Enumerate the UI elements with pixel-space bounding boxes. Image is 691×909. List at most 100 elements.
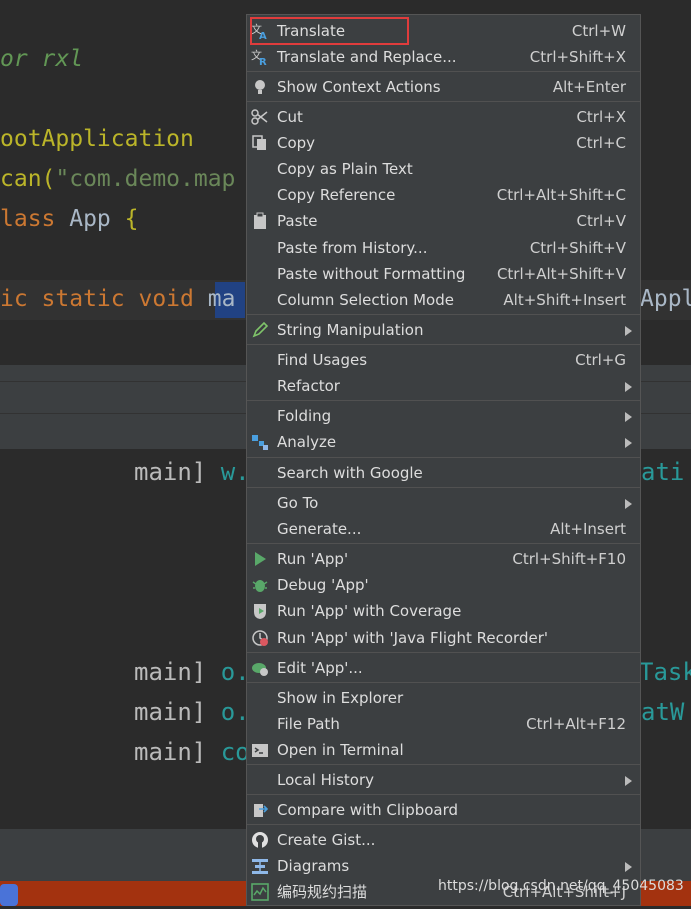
code-right-fragment: Appl <box>640 286 691 312</box>
red-highlight-box <box>250 17 409 45</box>
bulb-icon <box>251 78 269 96</box>
menu-item-create-gist[interactable]: Create Gist... <box>247 827 640 853</box>
code-line: or rxl <box>0 46 83 72</box>
menu-item-refactor[interactable]: Refactor <box>247 373 640 399</box>
console-line-fragment: Task <box>639 658 691 686</box>
menu-item-shortcut: Alt+Shift+Insert <box>503 291 626 309</box>
menu-item-label: Copy as Plain Text <box>277 160 413 178</box>
code-token: App <box>55 206 125 232</box>
console-line: main] co <box>134 738 250 766</box>
menu-item-file-path[interactable]: File Path Ctrl+Alt+F12 <box>247 711 640 737</box>
code-token: rxl <box>27 46 84 72</box>
terminal-icon <box>251 741 269 759</box>
menu-item-shortcut: Alt+Insert <box>550 520 626 538</box>
menu-item-analyze[interactable]: Analyze <box>247 429 640 455</box>
menu-item-label: Folding <box>277 407 332 425</box>
console-line: main] w. <box>134 458 250 486</box>
menu-item-label: Translate and Replace... <box>277 48 457 66</box>
menu-separator <box>247 487 640 488</box>
menu-item-folding[interactable]: Folding <box>247 403 640 429</box>
menu-separator <box>247 764 640 765</box>
menu-item-label: Find Usages <box>277 351 368 369</box>
context-menu: 文 A Translate Ctrl+W 文 R Translate and Replace… <box>246 14 641 906</box>
menu-item-label: Compare with Clipboard <box>277 801 459 819</box>
menu-item-label: Run 'App' <box>277 550 349 568</box>
menu-item-edit-app[interactable]: Edit 'App'... <box>247 655 640 681</box>
menu-item-label: Analyze <box>277 433 337 451</box>
menu-item-paste[interactable]: Paste Ctrl+V <box>247 208 640 234</box>
svg-text:R: R <box>259 57 267 66</box>
menu-separator <box>247 543 640 544</box>
menu-item-translate[interactable]: 文 A Translate Ctrl+W <box>247 17 640 45</box>
submenu-arrow-icon <box>625 776 632 786</box>
menu-item-search-with-google[interactable]: Search with Google <box>247 460 640 486</box>
menu-separator <box>247 794 640 795</box>
menu-item-label: Diagrams <box>277 857 350 875</box>
menu-item-label: Run 'App' with Coverage <box>277 602 462 620</box>
menu-separator <box>247 652 640 653</box>
menu-separator <box>247 400 640 401</box>
menu-item-shortcut: Ctrl+Alt+Shift+C <box>496 186 626 204</box>
menu-item-column-selection-mode[interactable]: Column Selection Mode Alt+Shift+Insert <box>247 287 640 313</box>
menu-separator <box>247 344 640 345</box>
submenu-arrow-icon <box>625 499 632 509</box>
console-line: main] o. <box>134 698 250 726</box>
menu-item-string-manipulation[interactable]: String Manipulation <box>247 317 640 343</box>
menu-item-open-in-terminal[interactable]: Open in Terminal <box>247 737 640 763</box>
menu-item-run-app-with-coverage[interactable]: Run 'App' with Coverage <box>247 598 640 624</box>
menu-item-shortcut: Ctrl+X <box>576 108 626 126</box>
menu-item-label: Paste from History... <box>277 239 428 257</box>
submenu-arrow-icon <box>625 412 632 422</box>
pencil-icon <box>251 321 269 339</box>
menu-item-compare-with-clipboard[interactable]: Compare with Clipboard <box>247 797 640 823</box>
menu-item-shortcut: Ctrl+W <box>571 22 626 40</box>
menu-item-cut[interactable]: Cut Ctrl+X <box>247 104 640 130</box>
menu-separator <box>247 824 640 825</box>
code-line: can("com.demo.map <box>0 166 235 192</box>
menu-item-go-to[interactable]: Go To <box>247 490 640 516</box>
code-token: ootApplication <box>0 126 194 152</box>
console-thread: main] <box>134 738 221 766</box>
menu-item-paste-from-history[interactable]: Paste from History... Ctrl+Shift+V <box>247 235 640 261</box>
menu-item-label: Column Selection Mode <box>277 291 454 309</box>
code-line: ootApplication <box>0 126 194 152</box>
github-icon <box>251 831 269 849</box>
menu-item-run-app-with-java-flight-recorder[interactable]: Run 'App' with 'Java Flight Recorder' <box>247 625 640 651</box>
menu-item-label: Local History <box>277 771 375 789</box>
scan-icon <box>251 883 269 901</box>
menu-item-label: Copy Reference <box>277 186 396 204</box>
menu-separator <box>247 457 640 458</box>
menu-separator <box>247 682 640 683</box>
analyze-icon <box>251 433 269 451</box>
menu-item-translate-and-replace[interactable]: 文 R Translate and Replace... Ctrl+Shift+X <box>247 44 640 70</box>
menu-item-label: Refactor <box>277 377 340 395</box>
menu-item-generate[interactable]: Generate... Alt+Insert <box>247 516 640 542</box>
menu-item-shortcut: Ctrl+G <box>575 351 626 369</box>
code-token: "com.demo.map <box>55 166 236 192</box>
menu-item-local-history[interactable]: Local History <box>247 767 640 793</box>
code-token: lass <box>0 206 56 232</box>
menu-item-show-context-actions[interactable]: Show Context Actions Alt+Enter <box>247 74 640 100</box>
flight-recorder-icon <box>251 629 269 647</box>
submenu-arrow-icon <box>625 382 632 392</box>
menu-item-copy[interactable]: Copy Ctrl+C <box>247 130 640 156</box>
menu-item-run-app[interactable]: Run 'App' Ctrl+Shift+F10 <box>247 546 640 572</box>
code-token: ic static void <box>0 286 208 312</box>
menu-item-copy-reference[interactable]: Copy Reference Ctrl+Alt+Shift+C <box>247 182 640 208</box>
console-line-fragment: atW <box>641 698 685 726</box>
code-token: ma <box>207 286 236 312</box>
menu-item-label: Edit 'App'... <box>277 659 363 677</box>
menu-item-show-in-explorer[interactable]: Show in Explorer <box>247 685 640 711</box>
submenu-arrow-icon <box>625 438 632 448</box>
menu-separator <box>247 314 640 315</box>
menu-item-find-usages[interactable]: Find Usages Ctrl+G <box>247 347 640 373</box>
code-line: ic static void ma <box>0 286 235 312</box>
menu-item-label: Search with Google <box>277 464 423 482</box>
menu-item-paste-without-formatting[interactable]: Paste without Formatting Ctrl+Alt+Shift+V <box>247 261 640 287</box>
console-thread: main] <box>134 458 221 486</box>
menu-item-diagrams[interactable]: Diagrams <box>247 853 640 879</box>
menu-item-debug-app[interactable]: Debug 'App' <box>247 572 640 598</box>
console-thread: main] <box>134 698 221 726</box>
menu-item-copy-as-plain-text[interactable]: Copy as Plain Text <box>247 156 640 182</box>
compare-icon <box>251 801 269 819</box>
